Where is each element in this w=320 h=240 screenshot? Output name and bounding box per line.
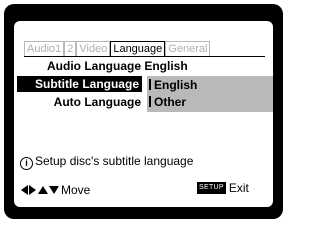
subtitle-language-row[interactable]: Subtitle Language <box>17 76 142 92</box>
setup-menu-panel: Audio1 2 Video Language General Audio La… <box>14 21 273 207</box>
audio-language-row[interactable]: Audio Language <box>24 58 141 74</box>
option-marker <box>149 79 151 90</box>
tab-general[interactable]: General <box>165 41 211 57</box>
option-marker <box>149 96 151 107</box>
audio-language-value: English <box>144 59 188 73</box>
audio-language-label: Audio Language <box>47 59 141 73</box>
right-arrow-icon <box>29 185 36 195</box>
option-english[interactable]: English <box>147 77 273 93</box>
info-icon: i <box>20 157 33 170</box>
tv-screen: Audio1 2 Video Language General Audio La… <box>4 4 283 219</box>
exit-hint: SETUP Exit <box>197 181 249 195</box>
up-arrow-icon <box>38 186 48 194</box>
exit-label: Exit <box>228 181 249 195</box>
tab-language[interactable]: Language <box>110 41 166 57</box>
audio-language-value-wrap: - English <box>137 58 188 74</box>
info-text: Setup disc's subtitle language <box>35 154 194 168</box>
auto-language-label: Auto Language <box>53 95 141 109</box>
left-arrow-icon <box>21 185 28 195</box>
down-arrow-icon <box>49 186 59 194</box>
info-line: i Setup disc's subtitle language <box>20 153 193 170</box>
auto-language-dash: - <box>137 95 141 109</box>
tab-video[interactable]: Video <box>76 41 111 57</box>
tab-underline <box>24 56 265 57</box>
language-options: English Other <box>147 76 273 112</box>
setup-button-icon: SETUP <box>197 182 226 194</box>
move-label: Move <box>61 183 91 197</box>
option-other-label: Other <box>154 95 187 109</box>
subtitle-language-label: Subtitle Language <box>34 77 139 91</box>
option-english-label: English <box>154 78 198 92</box>
tab-audio2[interactable]: 2 <box>64 41 77 57</box>
auto-language-row[interactable]: Auto Language <box>24 94 141 110</box>
tab-bar: Audio1 2 Video Language General <box>24 41 211 57</box>
option-other[interactable]: Other <box>147 94 273 110</box>
tab-audio1[interactable]: Audio1 <box>24 41 65 57</box>
navigation-hint: Move <box>21 182 90 198</box>
